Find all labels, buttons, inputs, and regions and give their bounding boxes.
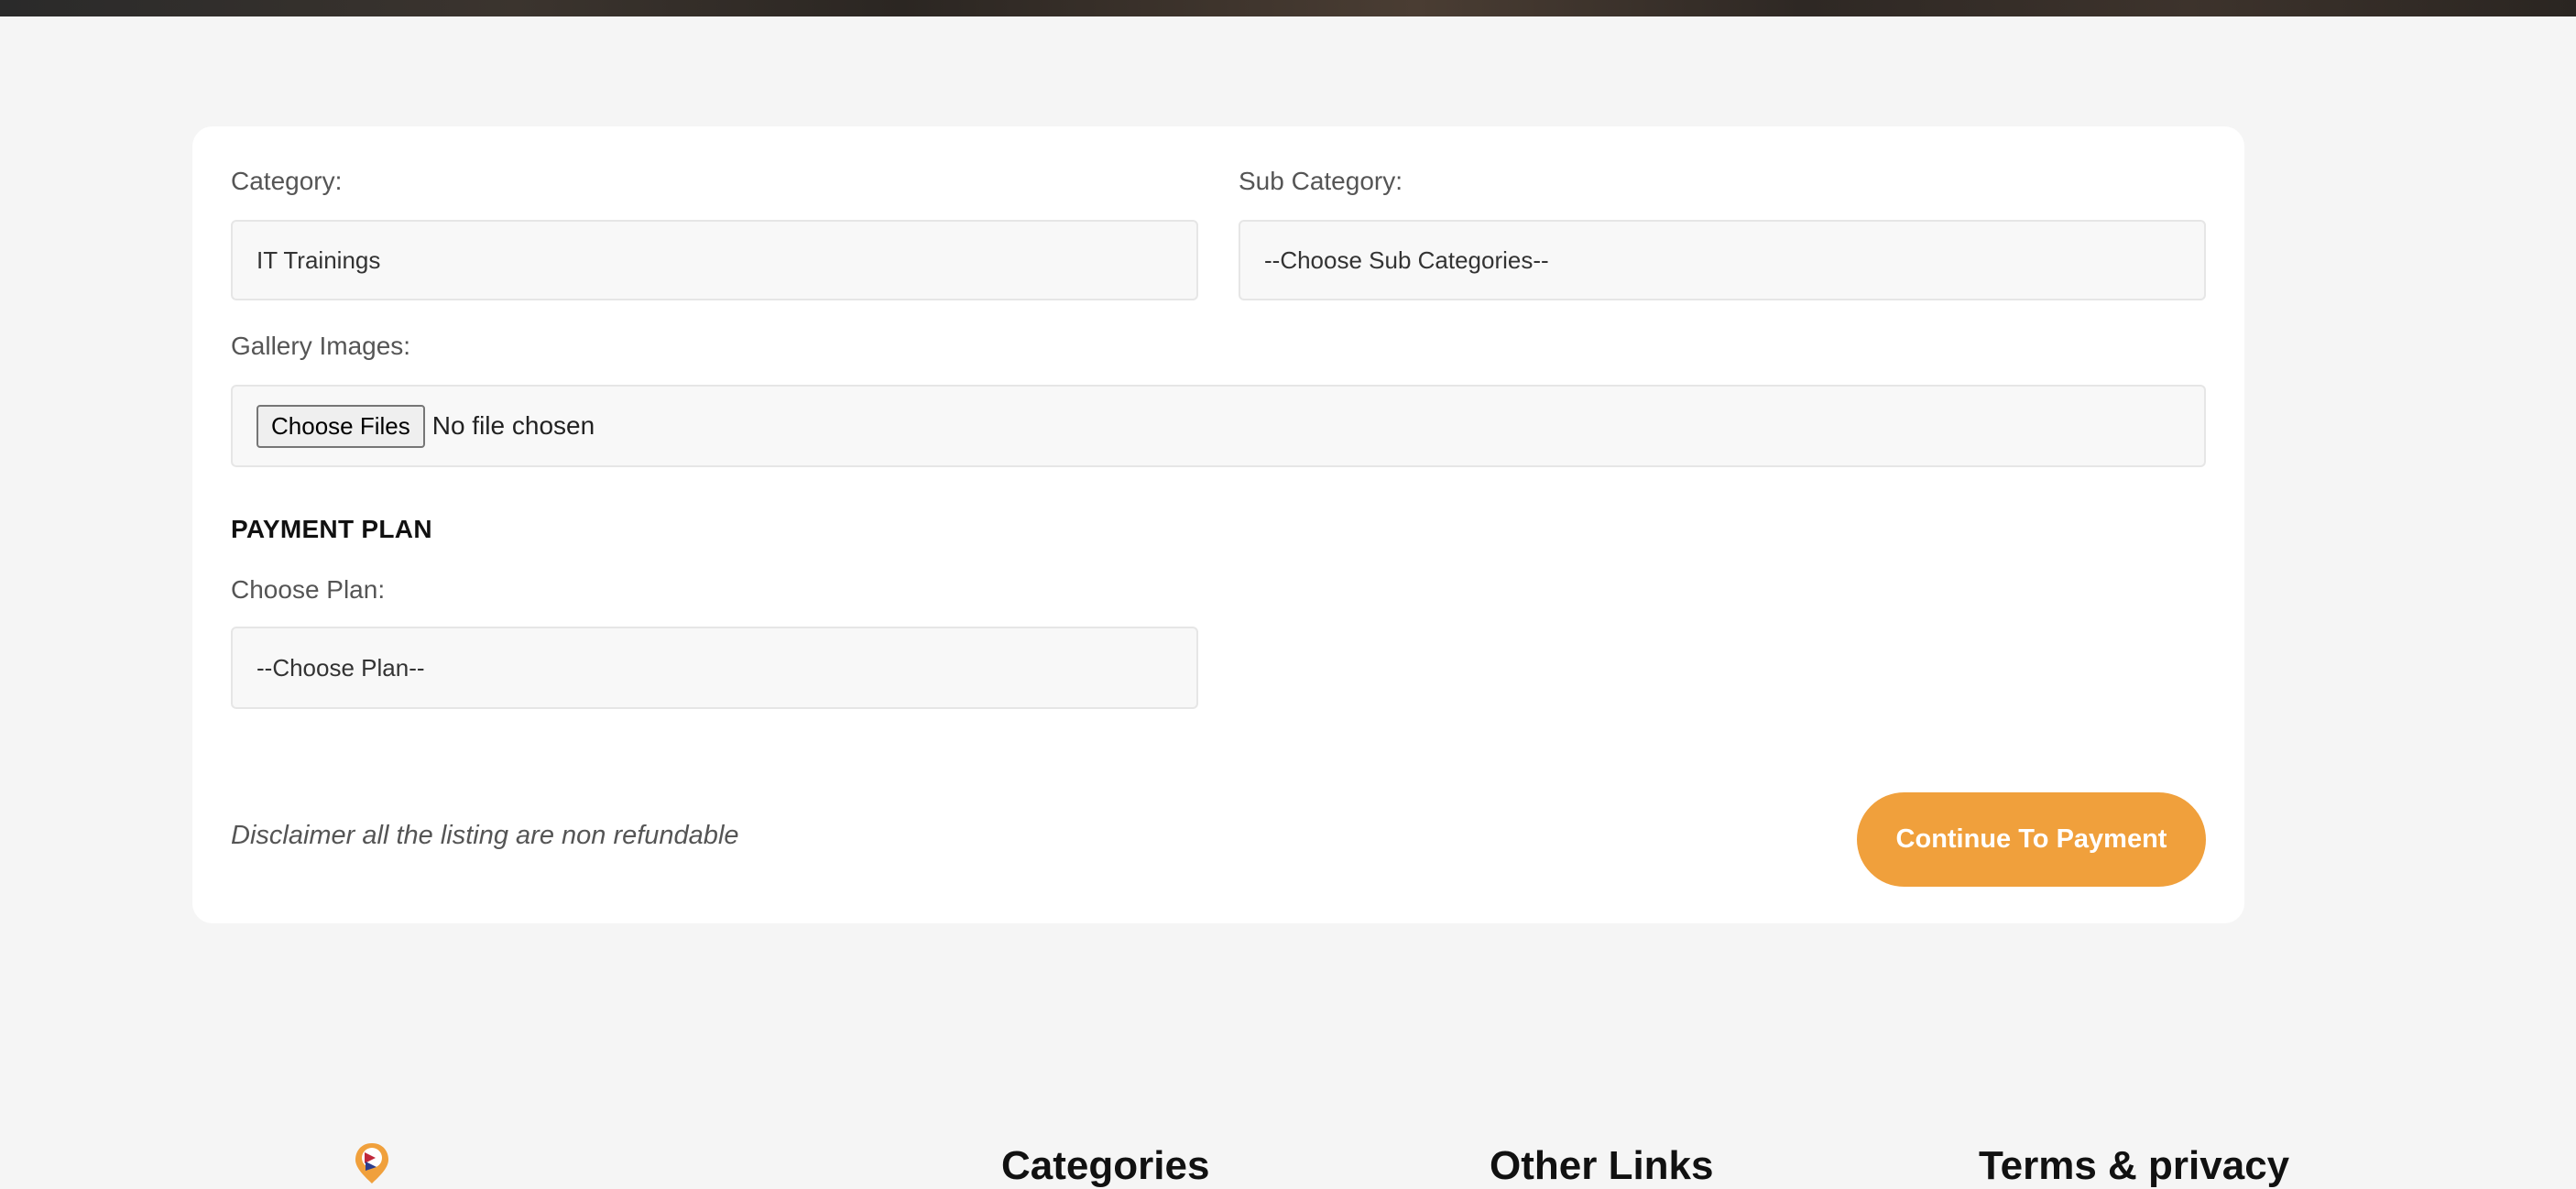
footer-heading-other-links: Other Links — [1490, 1143, 1714, 1188]
choose-plan-select[interactable]: --Choose Plan-- — [231, 627, 1198, 709]
payment-plan-heading: PAYMENT PLAN — [231, 515, 432, 543]
choose-plan-label: Choose Plan: — [231, 575, 386, 604]
choose-files-button[interactable]: Choose Files — [257, 404, 425, 448]
gallery-images-label: Gallery Images: — [231, 332, 411, 360]
file-status-text: No file chosen — [431, 411, 595, 440]
continue-to-payment-button[interactable]: Continue To Payment — [1857, 792, 2206, 887]
sub-category-label: Sub Category: — [1239, 167, 1403, 195]
sub-category-select-value: --Choose Sub Categories-- — [1264, 245, 1549, 274]
map-pin-logo-icon[interactable] — [352, 1141, 392, 1184]
gallery-file-input: Choose Files No file chosen — [231, 385, 2206, 467]
choose-plan-select-value: --Choose Plan-- — [257, 653, 425, 682]
footer-heading-terms-privacy: Terms & privacy — [1979, 1143, 2290, 1188]
category-select[interactable]: IT Trainings — [231, 220, 1198, 300]
category-select-value: IT Trainings — [257, 245, 381, 274]
footer-heading-categories: Categories — [1001, 1143, 1210, 1188]
category-label: Category: — [231, 167, 343, 195]
listing-form-card: Category: IT Trainings Sub Category: --C… — [192, 126, 2244, 923]
hero-banner-strip — [0, 0, 2576, 16]
disclaimer-text: Disclaimer all the listing are non refun… — [231, 821, 739, 850]
sub-category-select[interactable]: --Choose Sub Categories-- — [1239, 220, 2206, 300]
